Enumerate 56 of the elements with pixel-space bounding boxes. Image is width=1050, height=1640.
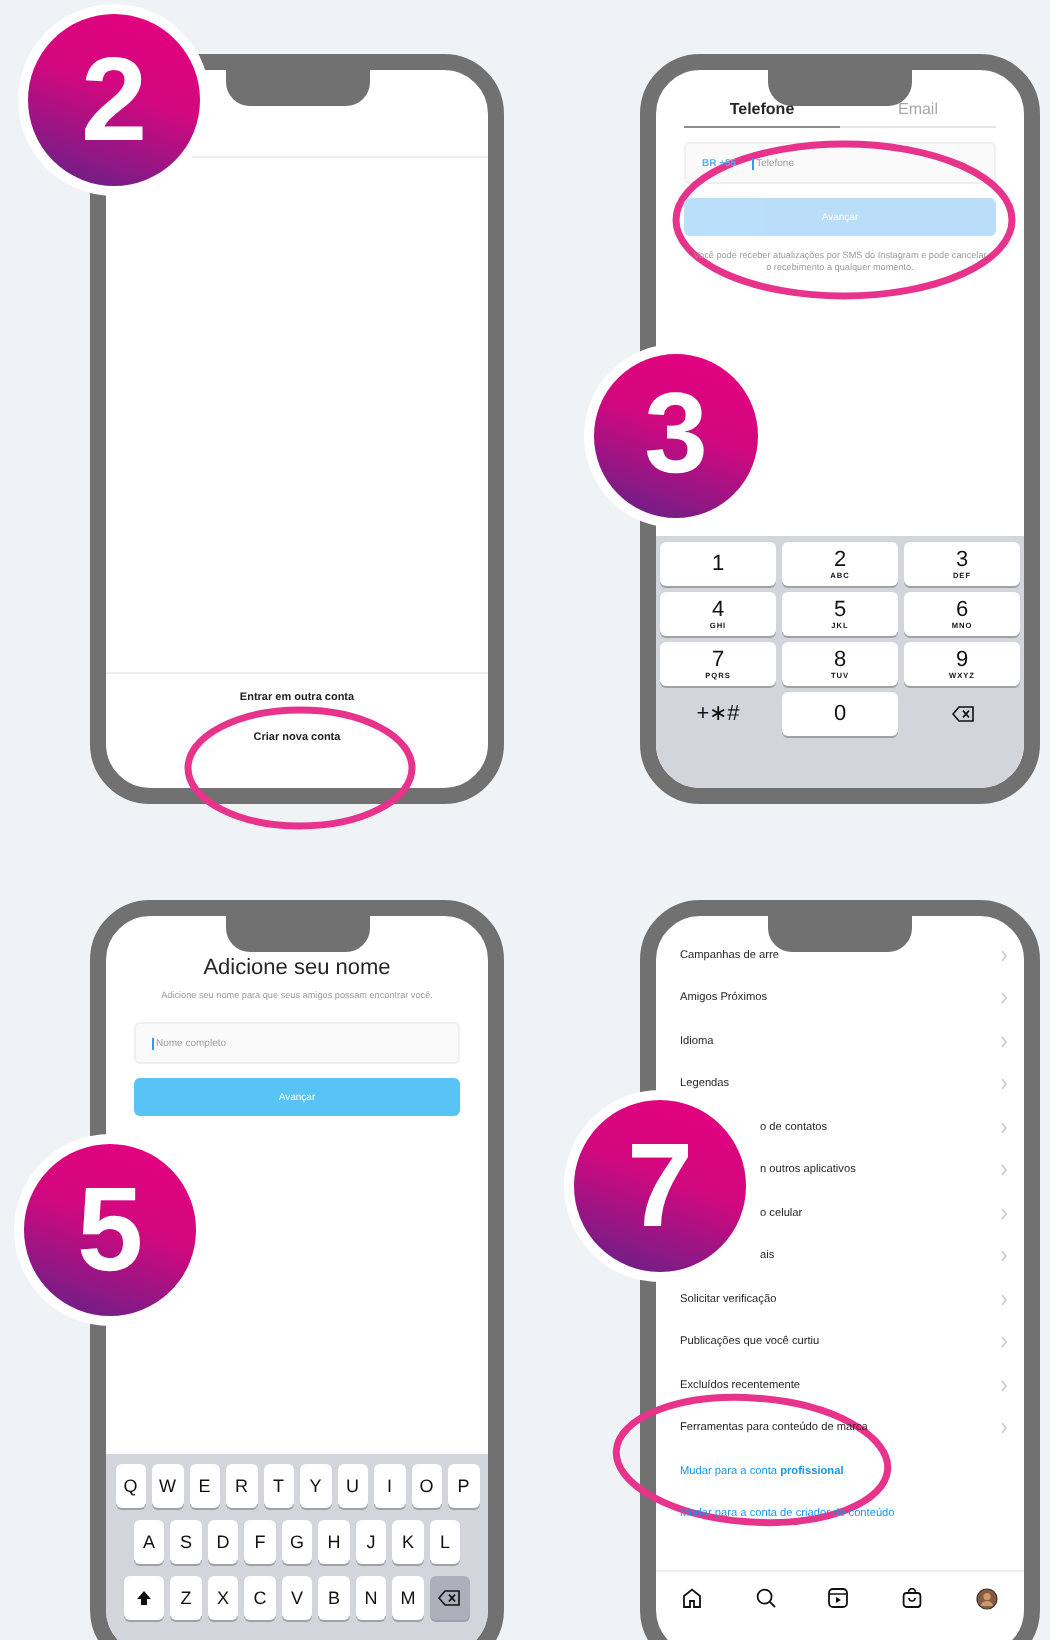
tab[interactable]: Telefone (684, 100, 840, 128)
phone-notch (225, 916, 369, 952)
keyboard-key[interactable]: M (392, 1576, 424, 1620)
keyboard-key[interactable]: O (411, 1464, 442, 1508)
phone-notch (225, 70, 369, 106)
chevron-icon (1000, 1035, 1008, 1048)
keyboard-key[interactable]: X (207, 1576, 239, 1620)
keyboard-key[interactable]: P (448, 1464, 479, 1508)
chevron-icon (1000, 1336, 1008, 1349)
keyboard-key[interactable]: L (429, 1520, 461, 1564)
chevron-icon (1000, 1207, 1008, 1220)
backspace-icon[interactable] (951, 706, 973, 722)
keyboard-key[interactable]: N (355, 1576, 387, 1620)
chevron-icon (1000, 1078, 1008, 1091)
keyboard-key[interactable]: W (152, 1464, 183, 1508)
phone-notch (768, 70, 912, 106)
keyboard-key[interactable]: B (318, 1576, 350, 1620)
chevron-icon (1000, 1379, 1008, 1392)
chevron-icon (1000, 1293, 1008, 1306)
chevron-icon (1000, 1164, 1008, 1177)
keyboard-key[interactable]: Z (170, 1576, 202, 1620)
chevron-icon (1000, 1250, 1008, 1263)
keyboard-key[interactable]: C (244, 1576, 276, 1620)
keyboard-key[interactable]: Q (115, 1464, 146, 1508)
chevron-icon (1000, 949, 1008, 962)
keyboard-key[interactable]: D (207, 1520, 239, 1564)
keyboard-key[interactable]: V (281, 1576, 313, 1620)
keyboard-key[interactable]: E (189, 1464, 220, 1508)
keyboard-key[interactable]: J (355, 1520, 387, 1564)
keyboard-key[interactable]: T (263, 1464, 294, 1508)
video-icon[interactable] (828, 1588, 849, 1608)
avatar-icon[interactable] (975, 1588, 998, 1610)
backspace-icon[interactable] (438, 1590, 461, 1606)
shopping-bag-icon[interactable] (902, 1588, 923, 1608)
home-icon[interactable] (682, 1588, 703, 1608)
keypad-key[interactable]: +∗# (660, 692, 776, 736)
keyboard-key[interactable]: U (337, 1464, 368, 1508)
step-number: 2 (18, 4, 210, 196)
screen-title: Adicione seu nome (201, 956, 393, 980)
shift-icon[interactable] (136, 1590, 153, 1606)
chevron-icon (1000, 992, 1008, 1005)
search-icon[interactable] (755, 1588, 776, 1608)
keyboard-key[interactable]: G (281, 1520, 313, 1564)
keyboard-key[interactable]: S (170, 1520, 202, 1564)
keypad-key[interactable]: 0 (782, 692, 898, 736)
keyboard-key[interactable]: H (318, 1520, 350, 1564)
keyboard-key[interactable]: K (392, 1520, 424, 1564)
keyboard-key[interactable]: A (133, 1520, 165, 1564)
chevron-icon (1000, 1422, 1008, 1435)
phone-notch (768, 916, 912, 952)
keyboard-key[interactable]: Y (300, 1464, 331, 1508)
keyboard-key[interactable]: I (374, 1464, 405, 1508)
keyboard-key[interactable]: F (244, 1520, 276, 1564)
keypad-key[interactable]: 1 (660, 542, 776, 586)
chevron-icon (1000, 1121, 1008, 1134)
keyboard-key[interactable]: R (226, 1464, 257, 1508)
